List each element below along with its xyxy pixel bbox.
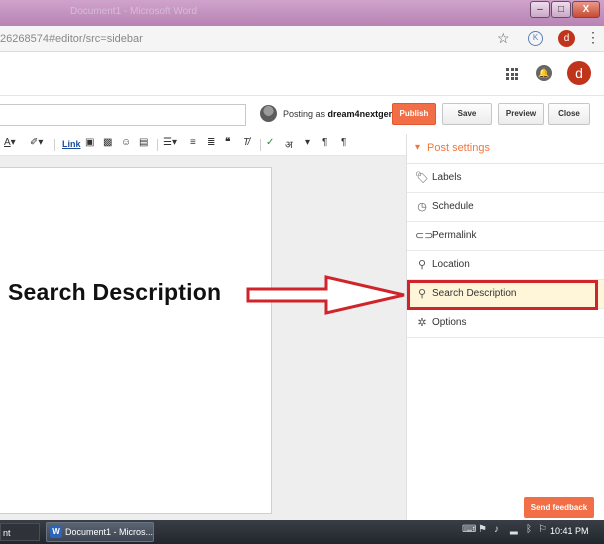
quote-icon[interactable]: ❝ — [225, 137, 230, 148]
tray-flag-icon[interactable]: ⚑ — [478, 524, 487, 535]
window-title: Document1 - Microsoft Word — [70, 6, 198, 17]
insert-image-icon[interactable]: ▣ — [85, 137, 94, 148]
text-color-icon[interactable]: A▾ — [4, 137, 16, 148]
input-tools-dropdown-icon[interactable]: ▾ — [305, 137, 310, 148]
bluetooth-icon[interactable]: ᛒ — [526, 524, 532, 535]
close-window-button[interactable]: X — [572, 1, 600, 18]
volume-icon[interactable]: ♪ — [494, 524, 499, 535]
spellcheck-icon[interactable]: ✓ — [266, 137, 274, 148]
kebab-menu-icon[interactable]: ⋮ — [586, 29, 600, 46]
user-avatar — [260, 105, 277, 122]
post-body-editor[interactable] — [0, 167, 272, 514]
word-app-icon: W — [50, 526, 62, 538]
bulleted-list-icon[interactable]: ≣ — [207, 137, 215, 148]
close-button[interactable]: Close — [548, 103, 590, 125]
preview-button[interactable]: Preview — [498, 103, 544, 125]
link-icon: ⊂⊃ — [415, 230, 434, 242]
taskbar-item-left[interactable]: nt — [0, 523, 40, 541]
post-title-input[interactable] — [0, 104, 246, 126]
annotation-label: Search Description — [8, 279, 222, 305]
sidebar-item-labels[interactable]: 🏷 Labels — [407, 164, 604, 193]
post-settings-sidebar: ▾ Post settings 🏷 Labels ◷ Schedule ⊂⊃ P… — [406, 134, 604, 520]
account-avatar[interactable]: d — [567, 61, 591, 85]
sidebar-item-schedule[interactable]: ◷ Schedule — [407, 193, 604, 222]
input-tools-button[interactable]: अ — [285, 137, 293, 151]
minimize-button[interactable]: – — [530, 1, 550, 18]
annotation-arrow — [246, 275, 405, 315]
align-icon[interactable]: ☰▾ — [163, 137, 177, 148]
search-description-highlight-box — [407, 280, 598, 310]
star-icon[interactable]: ☆ — [497, 30, 510, 47]
posting-as-text: Posting as dream4nextgen — [283, 109, 395, 119]
apps-grid-icon[interactable] — [506, 68, 518, 80]
clock-icon: ◷ — [417, 201, 427, 213]
insert-link-button[interactable]: Link — [62, 139, 81, 149]
window-title-bar: Document1 - Microsoft Word – □ X — [0, 0, 604, 26]
blogger-header: 🔔 d — [0, 52, 604, 96]
rtl-direction-icon[interactable]: ¶ — [341, 137, 346, 148]
keyboard-icon[interactable]: ⌨ — [462, 524, 476, 535]
taskbar-clock[interactable]: 10:41 PM — [550, 526, 589, 536]
numbered-list-icon[interactable]: ≡ — [190, 137, 196, 148]
ltr-direction-icon[interactable]: ¶ — [322, 137, 327, 148]
sidebar-item-location[interactable]: ⚲ Location — [407, 251, 604, 280]
emoji-icon[interactable]: ☺ — [121, 137, 131, 148]
post-settings-header[interactable]: ▾ Post settings — [407, 134, 604, 164]
sidebar-item-options[interactable]: ✲ Options — [407, 309, 604, 338]
windows-taskbar: nt W Document1 - Micros... ⌨ ⚑ ♪ ▂ ᛒ ⚐ 10… — [0, 520, 604, 544]
maximize-button[interactable]: □ — [551, 1, 571, 18]
browser-address-bar: 26268574#editor/src=sidebar ☆ K d ⋮ — [0, 26, 604, 52]
gear-icon: ✲ — [417, 317, 427, 329]
insert-video-icon[interactable]: ▩ — [103, 137, 112, 148]
jump-break-icon[interactable]: ▤ — [139, 137, 148, 148]
sidebar-item-permalink[interactable]: ⊂⊃ Permalink — [407, 222, 604, 251]
editor-toolbar: A▾ ✐▾ Link ▣ ▩ ☺ ▤ ☰▾ ≡ ≣ ❝ T̸ ✓ अ ▾ ¶ ¶ — [0, 134, 406, 156]
posting-username: dream4nextgen — [327, 109, 395, 119]
remove-formatting-icon[interactable]: T̸ — [243, 137, 249, 148]
browser-profile-avatar[interactable]: d — [558, 30, 575, 47]
publish-button[interactable]: Publish — [392, 103, 436, 125]
highlight-color-icon[interactable]: ✐▾ — [30, 137, 43, 148]
action-center-icon[interactable]: ⚐ — [538, 524, 547, 535]
chevron-down-icon: ▾ — [415, 142, 421, 153]
taskbar-item-word[interactable]: W Document1 - Micros... — [46, 522, 154, 542]
extension-icon[interactable]: K — [528, 31, 543, 46]
url-field[interactable]: 26268574#editor/src=sidebar — [0, 33, 143, 45]
location-pin-icon: ⚲ — [417, 259, 427, 271]
save-button[interactable]: Save — [442, 103, 492, 125]
label-tag-icon: 🏷 — [415, 172, 429, 184]
send-feedback-button[interactable]: Send feedback — [524, 497, 594, 518]
signal-icon[interactable]: ▂ — [510, 524, 518, 535]
notifications-icon[interactable]: 🔔 — [536, 65, 552, 81]
